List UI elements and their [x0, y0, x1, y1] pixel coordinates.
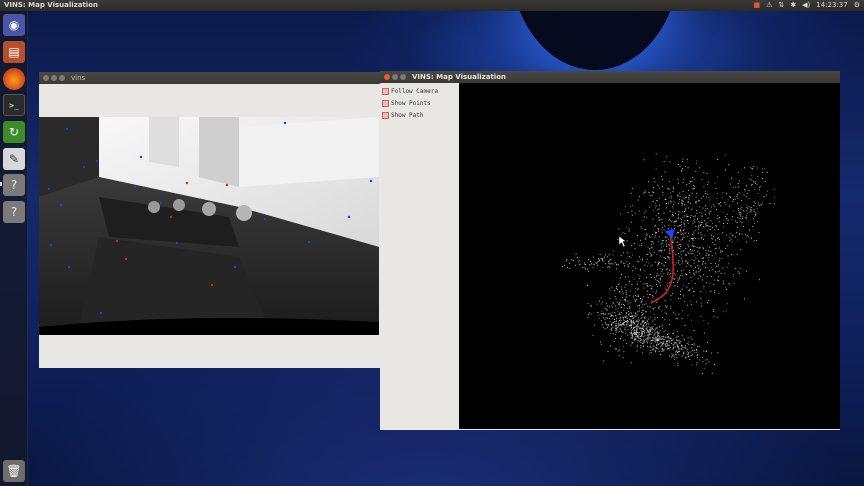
map-window-titlebar[interactable]: VINS: Map Visualization — [380, 71, 840, 83]
firefox-icon[interactable] — [3, 68, 25, 90]
options-panel: Follow Camera Show Points Show Path — [380, 83, 459, 429]
show-path-toggle[interactable]: Show Path — [382, 111, 424, 120]
volume-icon[interactable]: ◀) — [802, 0, 810, 11]
camera-feed — [39, 117, 379, 335]
checkbox[interactable] — [382, 100, 389, 107]
update-icon[interactable]: ⚠ — [766, 0, 772, 11]
map-window-title: VINS: Map Visualization — [412, 73, 506, 81]
point-cloud — [562, 153, 775, 375]
vins-window: vins — [39, 72, 380, 368]
camera-image — [39, 117, 379, 335]
map-visualization-window: VINS: Map Visualization Follow Camera Sh… — [380, 71, 840, 430]
question-mark-icon[interactable]: ? — [3, 174, 25, 196]
question-mark-icon[interactable]: ? — [3, 201, 25, 223]
active-indicator — [0, 182, 2, 186]
clock[interactable]: 14:23:37 — [816, 0, 847, 11]
minimize-button[interactable] — [51, 75, 57, 81]
show-points-label: Show Points — [391, 100, 431, 107]
show-path-label: Show Path — [391, 112, 424, 119]
show-points-toggle[interactable]: Show Points — [382, 99, 431, 108]
checkbox[interactable] — [382, 112, 389, 119]
system-tray: ■ ⚠ ⇅ ✱ ◀) 14:23:37 ⚙ — [753, 0, 860, 11]
gear-icon[interactable]: ⚙ — [854, 0, 860, 11]
trajectory-path — [650, 233, 675, 304]
maximize-button[interactable] — [400, 74, 406, 80]
vins-window-title: vins — [71, 74, 86, 82]
network-icon[interactable]: ⇅ — [778, 0, 784, 11]
maximize-button[interactable] — [59, 75, 65, 81]
folder-icon[interactable]: ▤ — [3, 41, 25, 63]
update-icon[interactable]: ↻ — [3, 121, 25, 143]
close-button[interactable] — [384, 74, 390, 80]
active-window-title: VINS: Map Visualization — [4, 1, 98, 9]
record-icon[interactable]: ■ — [753, 0, 760, 11]
map-3d-view[interactable] — [459, 83, 840, 429]
text-editor-icon[interactable]: ✎ — [3, 148, 25, 170]
launcher: ◉ ▤ >_ ↻ ✎ ? ? 🗑 — [0, 11, 28, 486]
vins-window-titlebar[interactable]: vins — [39, 72, 380, 84]
terminal-icon[interactable]: >_ — [3, 94, 25, 116]
checkbox[interactable] — [382, 88, 389, 95]
trash-icon[interactable]: 🗑 — [3, 460, 25, 482]
minimize-button[interactable] — [392, 74, 398, 80]
follow-camera-label: Follow Camera — [391, 88, 438, 95]
mouse-cursor-icon — [618, 235, 627, 248]
top-panel: VINS: Map Visualization ■ ⚠ ⇅ ✱ ◀) 14:23… — [0, 0, 864, 11]
close-button[interactable] — [43, 75, 49, 81]
ubuntu-logo-icon[interactable]: ◉ — [3, 14, 25, 36]
follow-camera-toggle[interactable]: Follow Camera — [382, 87, 438, 96]
bluetooth-icon[interactable]: ✱ — [790, 0, 796, 11]
